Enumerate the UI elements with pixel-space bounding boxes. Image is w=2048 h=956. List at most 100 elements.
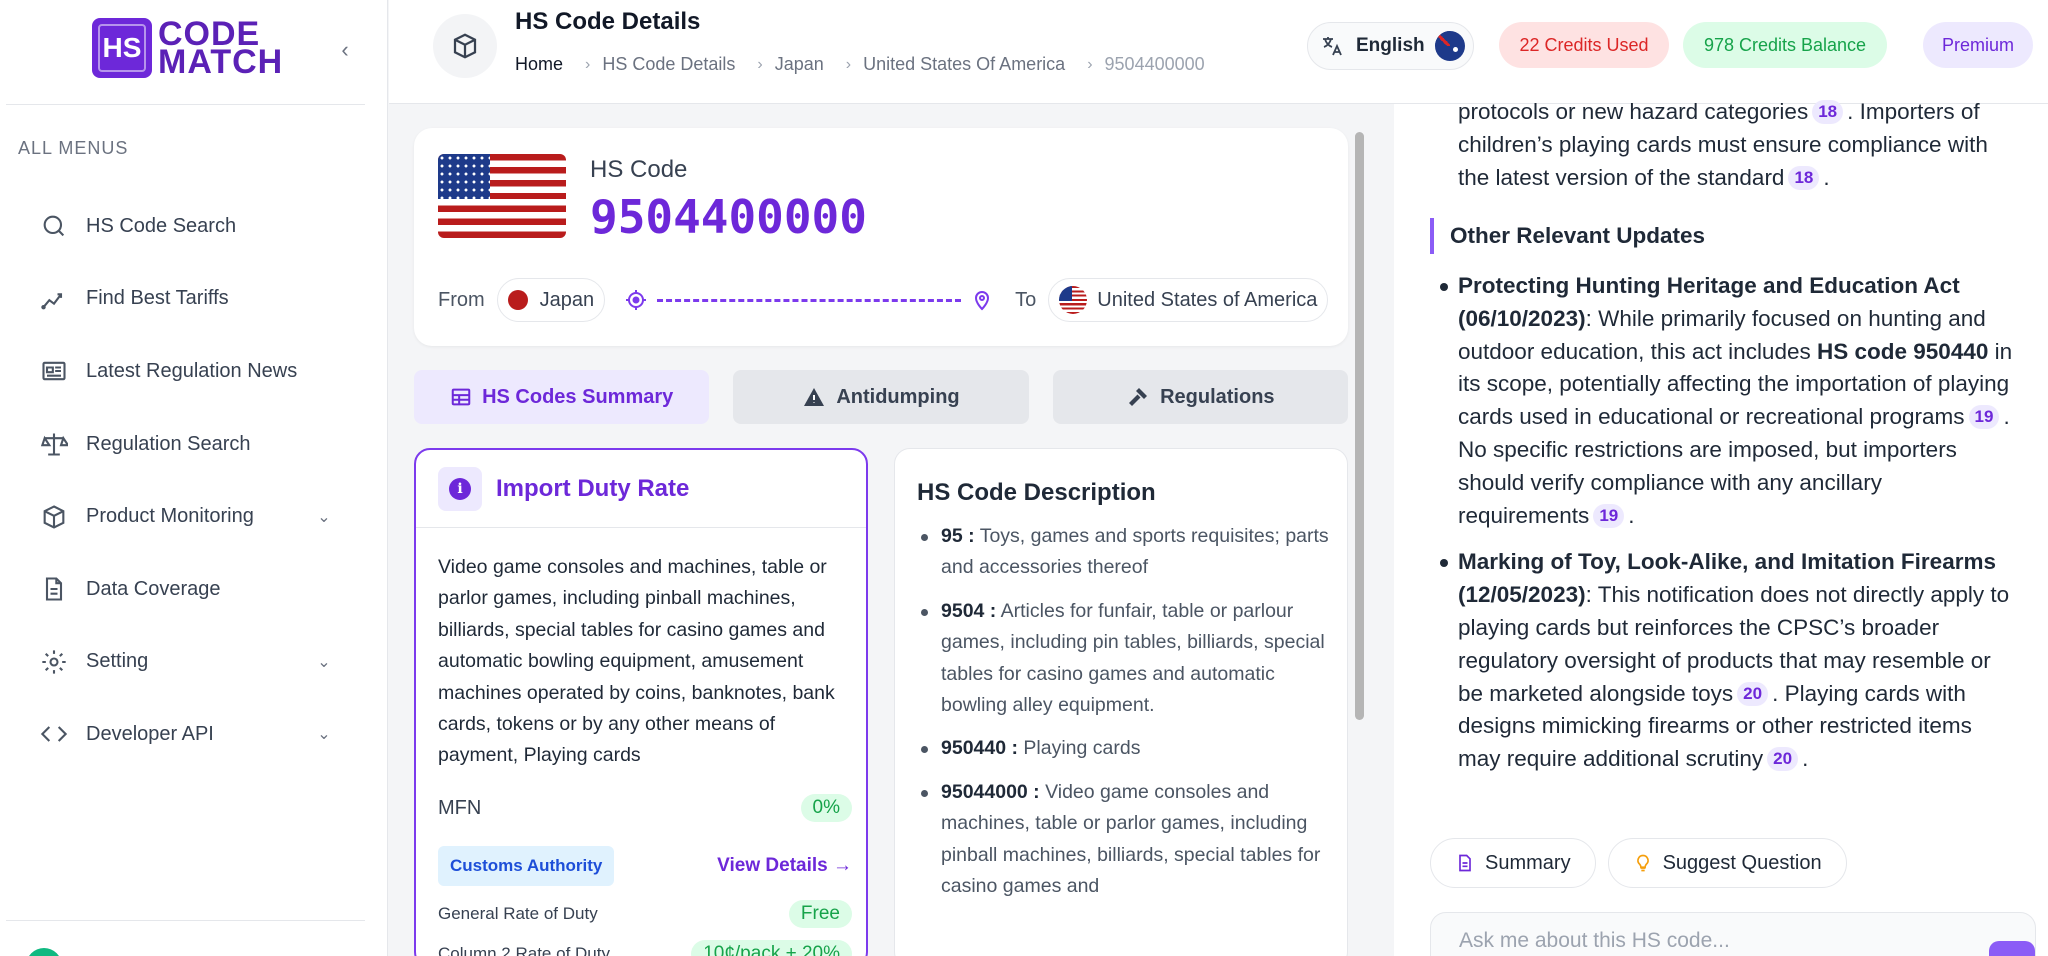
origin-target-icon (623, 287, 649, 313)
sidebar-divider (6, 104, 365, 105)
document-icon (1455, 853, 1475, 873)
chevron-down-icon: ⌄ (317, 508, 331, 526)
view-details-link[interactable]: View Details → (717, 855, 852, 877)
mfn-rate: 0% (800, 794, 852, 822)
citation-badge[interactable]: 18 (1812, 100, 1844, 124)
ai-assistant-panel: protocols or new hazard categories 18. Im… (1394, 99, 2048, 956)
language-label: English (1356, 35, 1425, 56)
sidebar-item-label: HS Code Search (86, 214, 237, 237)
newspaper-icon (36, 353, 72, 389)
import-duty-header: i Import Duty Rate (416, 450, 866, 528)
suggest-question-button[interactable]: Suggest Question (1607, 838, 1847, 888)
tab-antidumping[interactable]: Antidumping (733, 370, 1029, 424)
gavel-icon (1126, 385, 1150, 409)
origin-country-pill[interactable]: Japan (496, 278, 606, 322)
search-icon (36, 208, 72, 244)
ask-input[interactable] (1459, 929, 1959, 953)
send-button[interactable] (1989, 941, 2035, 956)
citation-badge[interactable]: 19 (1968, 405, 2000, 430)
sidebar-item-regulation-search[interactable]: Regulation Search (36, 408, 336, 481)
sidebar-item-label: Find Best Tariffs (86, 287, 229, 310)
map-pin-icon (969, 287, 995, 313)
breadcrumb-current: 9504400000 (1104, 54, 1205, 74)
chevron-right-icon: › (585, 55, 591, 73)
citation-badge[interactable]: 18 (1788, 165, 1820, 190)
page-title: HS Code Details (515, 8, 701, 35)
detail-tabs: HS Codes Summary Antidumping Regulations (414, 370, 1348, 424)
breadcrumb: Home › HS Code Details › Japan › United … (515, 54, 1205, 75)
sidebar-item-developer-api[interactable]: Developer API ⌄ (36, 698, 336, 771)
general-rate-row: General Rate of Duty Free (438, 900, 852, 928)
destination-country-pill[interactable]: United States of America (1048, 278, 1329, 322)
chevron-right-icon: › (1087, 55, 1093, 73)
list-item: 95044000 : Video game consoles and machi… (921, 777, 1333, 903)
sidebar-item-latest-regulation-news[interactable]: Latest Regulation News (36, 335, 336, 408)
customs-authority-row: Customs Authority View Details → (438, 846, 852, 886)
citation-badge[interactable]: 20 (1737, 681, 1769, 706)
code-match-logo[interactable]: HS CODE MATCH (92, 17, 283, 79)
logo-badge: HS (92, 18, 152, 78)
code-icon (36, 716, 72, 752)
import-duty-title: Import Duty Rate (496, 474, 690, 502)
sidebar-item-find-best-tariffs[interactable]: Find Best Tariffs (36, 263, 336, 336)
credits-balance-badge: 978 Credits Balance (1683, 22, 1887, 68)
sidebar-collapse-button[interactable]: ‹ (334, 34, 356, 66)
tab-regulations[interactable]: Regulations (1052, 370, 1348, 424)
tab-label: Regulations (1160, 385, 1275, 408)
column2-rate-value: 10¢/pack + 20% (691, 940, 852, 956)
usa-flag-icon (438, 154, 566, 238)
general-rate-value: Free (788, 900, 852, 928)
import-duty-card: i Import Duty Rate Video game consoles a… (414, 448, 868, 956)
summary-button[interactable]: Summary (1430, 838, 1596, 888)
from-label: From (438, 288, 485, 311)
sidebar-item-label: Latest Regulation News (86, 359, 298, 382)
scale-icon (36, 426, 72, 462)
breadcrumb-hs-code-details[interactable]: HS Code Details (602, 54, 735, 75)
updates-list: Protecting Hunting Heritage and Educatio… (1440, 270, 2018, 790)
tab-label: HS Codes Summary (482, 385, 674, 408)
breadcrumb-origin[interactable]: Japan (775, 54, 824, 75)
section-heading: Other Relevant Updates (1430, 218, 1705, 254)
australia-flag-icon (1434, 31, 1465, 61)
chevron-down-icon: ⌄ (317, 653, 331, 671)
trade-route: From Japan To United States of America (438, 278, 1329, 322)
user-avatar[interactable] (26, 948, 62, 956)
main-scrollbar[interactable] (1352, 128, 1366, 956)
hs-code-description-title: HS Code Description (917, 479, 1156, 506)
assistant-message-text: protocols or new hazard categories 18. Im… (1458, 99, 1988, 190)
hs-code-label: HS Code (590, 156, 688, 183)
sidebar-item-product-monitoring[interactable]: Product Monitoring ⌄ (36, 480, 336, 553)
list-item: Marking of Toy, Look-Alike, and Imitatio… (1440, 546, 2018, 776)
japan-flag-icon (507, 290, 528, 310)
credits-used-badge: 22 Credits Used (1499, 22, 1669, 68)
sidebar-menu: HS Code Search Find Best Tariffs Latest … (36, 190, 336, 771)
sidebar-item-setting[interactable]: Setting ⌄ (36, 626, 336, 699)
tab-hs-codes-summary[interactable]: HS Codes Summary (414, 370, 710, 424)
ask-box (1430, 912, 2036, 956)
sidebar-item-label: Product Monitoring (86, 505, 254, 528)
sidebar-item-label: Setting (86, 650, 149, 673)
citation-badge[interactable]: 20 (1767, 747, 1799, 772)
hs-code-value: 9504400000 (590, 190, 867, 244)
premium-badge[interactable]: Premium (1923, 22, 2033, 68)
chevron-right-icon: › (757, 55, 763, 73)
tab-label: Antidumping (836, 385, 960, 408)
translate-icon (1320, 34, 1344, 58)
box-icon (36, 499, 72, 535)
language-selector[interactable]: English (1307, 22, 1474, 70)
sidebar-item-data-coverage[interactable]: Data Coverage (36, 553, 336, 626)
cube-icon (433, 14, 497, 78)
sidebar-item-label: Developer API (86, 722, 214, 745)
sidebar-item-hs-code-search[interactable]: HS Code Search (36, 190, 336, 263)
sidebar-item-label: Regulation Search (86, 432, 251, 455)
sidebar-item-label: Data Coverage (86, 577, 221, 600)
scrollbar-thumb[interactable] (1355, 132, 1364, 720)
customs-authority-badge: Customs Authority (438, 846, 615, 886)
chevron-right-icon: › (845, 55, 852, 73)
citation-badge[interactable]: 19 (1593, 503, 1625, 528)
sidebar: HS CODE MATCH ‹ ALL MENUS HS Code Search… (0, 0, 388, 956)
mfn-row: MFN 0% (438, 794, 852, 822)
hs-code-card: HS Code 9504400000 From Japan To United … (414, 128, 1348, 346)
breadcrumb-home[interactable]: Home (515, 54, 563, 75)
breadcrumb-destination[interactable]: United States Of America (863, 54, 1065, 75)
